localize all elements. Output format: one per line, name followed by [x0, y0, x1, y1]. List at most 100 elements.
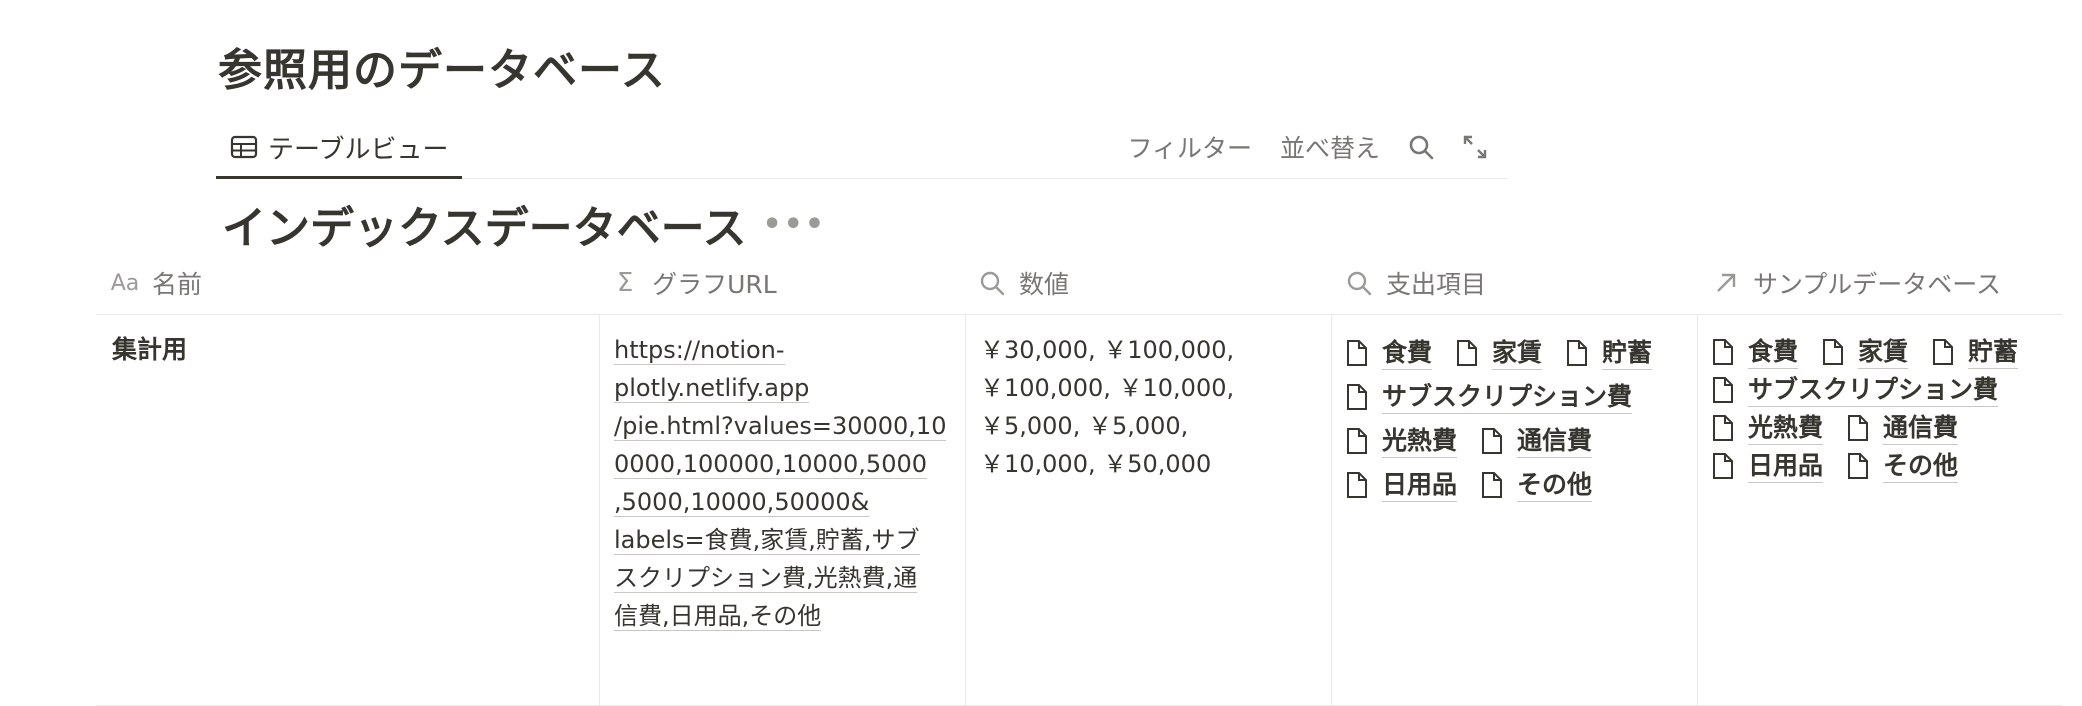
relation-label: 通信費: [1883, 412, 1959, 445]
relation-page-link[interactable]: 通信費: [1847, 409, 1959, 447]
url-line[interactable]: plotly.netlify.app: [614, 374, 810, 403]
url-line[interactable]: ,5000,10000,50000&: [614, 488, 870, 517]
relation-page-link[interactable]: 日用品: [1712, 447, 1824, 485]
sort-button[interactable]: 並べ替え: [1280, 129, 1380, 165]
search-icon: [977, 270, 1007, 296]
relation-label: 貯蓄: [1968, 336, 2019, 369]
cell-sample-database[interactable]: 食費 家賃 貯蓄サブスクリプション費 光熱費 通信費日用品 その他: [1698, 315, 2062, 705]
relation-page-link[interactable]: その他: [1847, 447, 1959, 485]
relation-label: 日用品: [1748, 450, 1824, 483]
relation-page-link[interactable]: 通信費: [1481, 421, 1593, 461]
relation-page-link[interactable]: 光熱費: [1712, 409, 1824, 447]
search-button[interactable]: [1408, 134, 1434, 160]
relation-page-link[interactable]: 食費: [1712, 333, 1799, 371]
relation-list: 食費 家賃 貯蓄サブスクリプション費 光熱費 通信費日用品 その他: [1346, 331, 1683, 505]
page-icon: [1713, 339, 1733, 365]
relation-label: 貯蓄: [1602, 337, 1653, 370]
relation-page-link[interactable]: 食費: [1346, 333, 1433, 373]
table-icon: [230, 135, 258, 159]
tab-label: テーブルビュー: [268, 134, 449, 165]
relation-page-link[interactable]: 光熱費: [1346, 421, 1458, 461]
page-icon: [1347, 340, 1367, 366]
url-line[interactable]: 0000,100000,10000,5000: [614, 450, 928, 479]
column-header-name[interactable]: Aa 名前: [96, 252, 596, 314]
column-header-sample-database[interactable]: サンプルデータベース: [1697, 252, 2062, 314]
expand-button[interactable]: [1462, 134, 1488, 160]
search-icon: [1344, 270, 1374, 296]
column-header-values[interactable]: 数値: [963, 252, 1330, 314]
relation-page-link[interactable]: 家賃: [1822, 333, 1909, 371]
page-icon: [1482, 428, 1503, 454]
relation-label: 光熱費: [1382, 425, 1458, 458]
column-header-expense-items[interactable]: 支出項目: [1330, 252, 1697, 314]
column-label: サンプルデータベース: [1752, 270, 2001, 299]
relation-label: 光熱費: [1748, 412, 1824, 445]
relation-page-link[interactable]: サブスクリプション費: [1346, 377, 1633, 417]
page-icon: [1713, 377, 1733, 403]
column-label: 数値: [1019, 270, 1070, 299]
tab-table-view[interactable]: テーブルビュー: [216, 118, 462, 179]
search-icon: [1409, 135, 1434, 160]
relation-list: 食費 家賃 貯蓄サブスクリプション費 光熱費 通信費日用品 その他: [1712, 331, 2048, 485]
relation-label: サブスクリプション費: [1748, 374, 1999, 407]
page-icon: [1482, 472, 1503, 498]
url-line[interactable]: /pie.html?values=30000,10: [614, 412, 947, 441]
relation-page-link[interactable]: 貯蓄: [1932, 333, 2019, 371]
url-line[interactable]: labels=食費,家賃,貯蓄,サブ: [614, 526, 920, 555]
url-line[interactable]: スクリプション費,光熱費,通: [614, 564, 918, 593]
relation-page-link[interactable]: 貯蓄: [1566, 333, 1653, 373]
page-icon: [1347, 428, 1367, 454]
url-line[interactable]: 信費,日用品,その他: [614, 602, 822, 631]
view-actions: フィルター 並べ替え: [1127, 118, 1488, 176]
relation-label: 通信費: [1517, 425, 1593, 458]
cell-graph-url[interactable]: https://notion- plotly.netlify.app /pie.…: [600, 315, 966, 705]
column-label: 名前: [152, 270, 203, 299]
database-table: Aa 名前 Σ グラフURL 数値 支出項目 サンプルデータベース 集計用 ht…: [96, 252, 2062, 706]
page-icon: [1347, 384, 1367, 410]
relation-label: 日用品: [1382, 469, 1458, 502]
relation-label: その他: [1883, 450, 1959, 483]
url-line[interactable]: https://notion-: [614, 336, 785, 365]
table-row[interactable]: 集計用 https://notion- plotly.netlify.app /…: [96, 315, 2062, 706]
page-title: 参照用のデータベース: [218, 45, 666, 96]
relation-label: 家賃: [1858, 336, 1909, 369]
arrow-up-right-icon: [1711, 271, 1741, 295]
value-line: ￥30,000, ￥100,000,: [980, 336, 1235, 364]
relation-page-link[interactable]: 日用品: [1346, 465, 1458, 505]
relation-label: 家賃: [1492, 337, 1543, 370]
page-icon: [1713, 415, 1733, 441]
page-icon: [1347, 472, 1367, 498]
formula-icon: Σ: [616, 268, 634, 298]
expand-icon: [1463, 135, 1487, 159]
more-options-icon[interactable]: •••: [762, 207, 826, 242]
cell-expense-items[interactable]: 食費 家賃 貯蓄サブスクリプション費 光熱費 通信費日用品 その他: [1332, 315, 1698, 705]
column-header-graph-url[interactable]: Σ グラフURL: [596, 252, 963, 314]
relation-label: 食費: [1748, 336, 1799, 369]
relation-label: サブスクリプション費: [1382, 381, 1633, 414]
page-icon: [1567, 340, 1588, 366]
page-icon: [1457, 340, 1478, 366]
page-icon: [1713, 453, 1733, 479]
page-icon: [1848, 453, 1869, 479]
value-line: ￥10,000, ￥50,000: [980, 450, 1212, 478]
page-icon: [1848, 415, 1869, 441]
table-header: Aa 名前 Σ グラフURL 数値 支出項目 サンプルデータベース: [96, 252, 2062, 315]
relation-page-link[interactable]: 家賃: [1456, 333, 1543, 373]
row-name[interactable]: 集計用: [112, 335, 187, 364]
column-label: グラフURL: [652, 270, 777, 299]
relation-page-link[interactable]: サブスクリプション費: [1712, 371, 1999, 409]
database-title-text: インデックスデータベース: [222, 203, 747, 254]
cell-values[interactable]: ￥30,000, ￥100,000, ￥100,000, ￥10,000, ￥5…: [966, 315, 1332, 705]
column-label: 支出項目: [1386, 270, 1487, 299]
view-bar: テーブルビュー フィルター 並べ替え: [216, 118, 1508, 179]
relation-label: 食費: [1382, 337, 1433, 370]
relation-label: その他: [1517, 469, 1593, 502]
value-line: ￥100,000, ￥10,000,: [980, 374, 1235, 402]
page-icon: [1823, 339, 1844, 365]
cell-name[interactable]: 集計用: [96, 315, 600, 705]
page-icon: [1933, 339, 1954, 365]
relation-page-link[interactable]: その他: [1481, 465, 1593, 505]
database-title[interactable]: インデックスデータベース •••: [222, 192, 826, 256]
text-type-icon: Aa: [110, 270, 140, 296]
filter-button[interactable]: フィルター: [1127, 129, 1252, 165]
